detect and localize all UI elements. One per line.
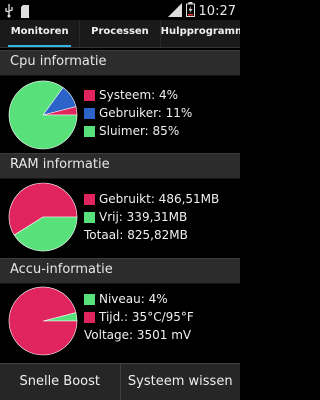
battery-section-title: Accu-informatie: [10, 262, 113, 277]
ram-section-title: RAM informatie: [10, 157, 110, 172]
ram-legend: Gebruikt: 486,51MB Vrij: 339,31MB Totaal…: [84, 190, 219, 244]
bottom-action-bar: Snelle Boost Systeem wissen: [0, 363, 240, 400]
legend-swatch: [84, 125, 95, 137]
battery-voltage-label: Voltage: 3501 mV: [84, 328, 192, 342]
legend-label: Niveau: 4%: [99, 292, 168, 306]
legend-item-sluimer: Sluimer: 85%: [84, 122, 192, 140]
legend-item-systeem: Systeem: 4%: [84, 86, 192, 104]
legend-item-gebruiker: Gebruiker: 11%: [84, 104, 192, 122]
battery-icon: [185, 2, 195, 21]
clear-system-button[interactable]: Systeem wissen: [121, 364, 241, 400]
legend-swatch: [84, 107, 95, 119]
quick-boost-button[interactable]: Snelle Boost: [0, 364, 121, 400]
battery-pie-chart: [8, 286, 78, 356]
legend-item-vrij: Vrij: 339,31MB: [84, 208, 219, 226]
legend-swatch: [84, 293, 95, 305]
battery-section-header: Accu-informatie: [0, 258, 240, 284]
cpu-legend: Systeem: 4% Gebruiker: 11% Sluimer: 85%: [84, 86, 192, 140]
legend-item-voltage: Voltage: 3501 mV: [84, 326, 194, 344]
ram-pie-chart: [8, 182, 78, 252]
legend-label: Tijd.: 35°C/95°F: [99, 310, 194, 324]
legend-label: Sluimer: 85%: [99, 124, 180, 138]
legend-item-gebruikt: Gebruikt: 486,51MB: [84, 190, 219, 208]
ram-total-label: Totaal: 825,82MB: [84, 228, 188, 242]
battery-pie-slice-1: [8, 286, 78, 356]
battery-legend: Niveau: 4% Tijd.: 35°C/95°F Voltage: 350…: [84, 290, 194, 344]
cpu-pie-chart: [8, 80, 78, 150]
legend-item-niveau: Niveau: 4%: [84, 290, 194, 308]
clock: 10:27: [198, 4, 236, 19]
legend-swatch: [84, 89, 95, 101]
tab-bar: Monitoren Processen Hulpprogramma's: [0, 20, 240, 48]
legend-swatch: [84, 193, 95, 205]
legend-item-tijd: Tijd.: 35°C/95°F: [84, 308, 194, 326]
legend-label: Gebruikt: 486,51MB: [99, 192, 220, 206]
ram-section-header: RAM informatie: [0, 153, 240, 179]
legend-label: Systeem: 4%: [99, 88, 179, 102]
signal-icon: [167, 2, 182, 21]
legend-swatch: [84, 311, 95, 323]
legend-label: Vrij: 339,31MB: [99, 210, 188, 224]
legend-item-totaal: Totaal: 825,82MB: [84, 226, 219, 244]
tab-hulpprogrammas[interactable]: Hulpprogramma's: [161, 20, 240, 47]
cpu-section-title: Cpu informatie: [10, 54, 107, 69]
cpu-section-header: Cpu informatie: [0, 50, 240, 76]
legend-swatch: [84, 211, 95, 223]
tab-monitoren[interactable]: Monitoren: [0, 20, 79, 47]
legend-label: Gebruiker: 11%: [99, 106, 193, 120]
status-bar: 10:27: [0, 0, 240, 20]
tab-processen[interactable]: Processen: [79, 20, 161, 47]
